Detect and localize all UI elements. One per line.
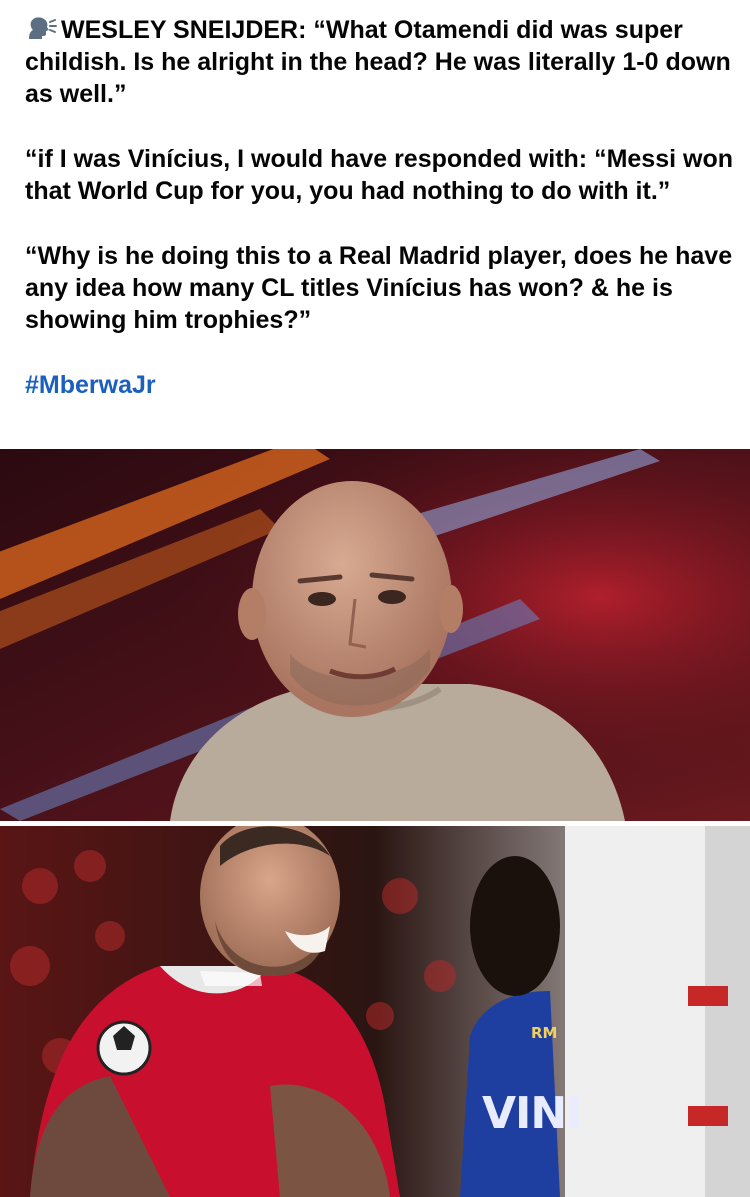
quote-paragraph-2: “if I was Vinícius, I would have respond… xyxy=(25,145,740,205)
quote-paragraph-3: “Why is he doing this to a Real Madrid p… xyxy=(25,242,740,334)
hashtag-link[interactable]: #MberwaJr xyxy=(25,369,735,401)
speaker-name: WESLEY SNEIJDER: xyxy=(61,16,307,44)
sneijder-studio-photo[interactable] xyxy=(0,449,750,821)
speaking-head-icon xyxy=(29,17,57,39)
post-text: WESLEY SNEIJDER: “What Otamendi did was … xyxy=(25,14,735,434)
otamendi-vinicius-pitch-photo[interactable]: VINI RM xyxy=(0,826,750,1197)
quote-paragraph-1: WESLEY SNEIJDER: “What Otamendi did was … xyxy=(25,14,735,110)
pitch-photo-illustration xyxy=(0,826,750,1197)
studio-photo-illustration xyxy=(0,449,750,821)
vinicius-jersey-name: VINI xyxy=(482,1088,583,1139)
real-madrid-crest-text: RM xyxy=(531,1024,558,1042)
